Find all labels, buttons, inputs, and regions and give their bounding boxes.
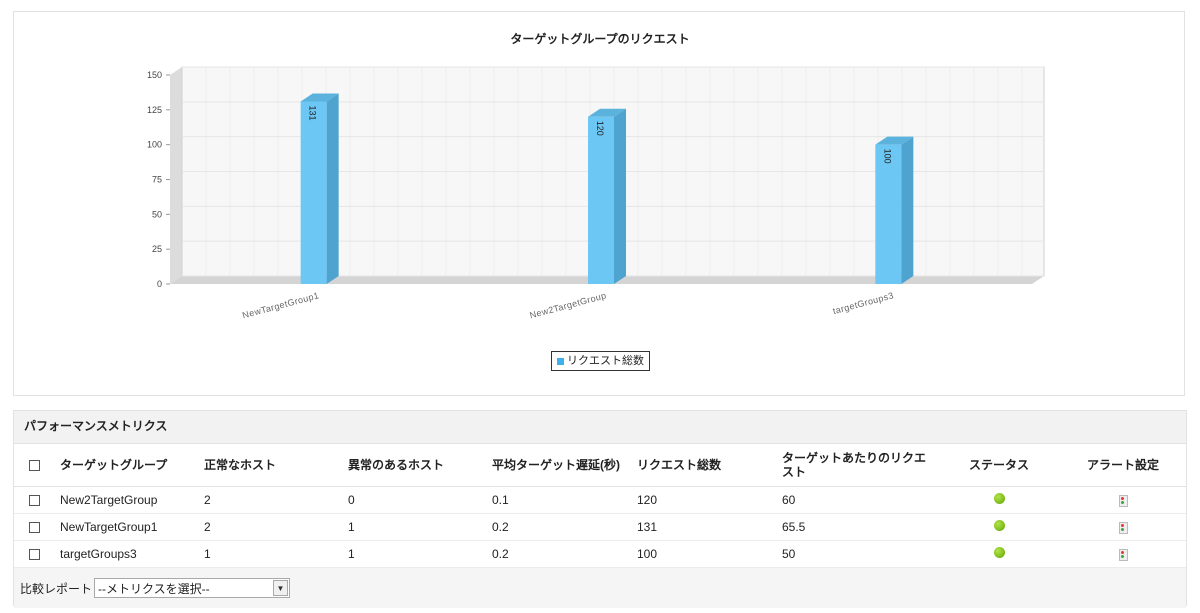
chart-legend[interactable]: リクエスト総数 (551, 351, 650, 371)
bar (588, 116, 614, 284)
legend-label: リクエスト総数 (567, 354, 644, 367)
y-tick-label: 100 (147, 140, 162, 150)
cell-unhealthy-hosts: 1 (342, 513, 486, 541)
y-tick-label: 50 (152, 209, 162, 219)
cell-target-group: targetGroups3 (54, 540, 198, 568)
cell-unhealthy-hosts: 0 (342, 486, 486, 514)
col-status[interactable]: ステータス (938, 444, 1060, 487)
bar-side (614, 108, 626, 284)
bar-value-label: 100 (882, 149, 892, 164)
col-avg-latency[interactable]: 平均ターゲット遅延(秒) (486, 444, 631, 487)
status-ok-icon (993, 520, 1005, 531)
chart-panel: ターゲットグループのリクエスト 0 25 50 75 100 125 150 131 NewTar… (13, 11, 1185, 396)
y-tick-label: 150 (147, 70, 162, 80)
cell-requests-per-target: 60 (776, 486, 938, 514)
status-ok-icon (993, 493, 1005, 504)
cell-target-group: New2TargetGroup (54, 486, 198, 514)
cell-avg-latency: 0.2 (486, 513, 631, 541)
cell-avg-latency: 0.2 (486, 540, 631, 568)
y-tick-label: 25 (152, 244, 162, 254)
bar (875, 144, 902, 284)
performance-metrics-panel: パフォーマンスメトリクス ターゲットグループ 正常なホスト 異常のあるホスト 平… (13, 410, 1187, 608)
table-row: targetGroups3 1 1 0.2 100 50 (14, 540, 1186, 568)
col-total-requests[interactable]: リクエスト総数 (631, 444, 776, 487)
compare-report-label: 比較レポート (20, 581, 93, 596)
requests-bar-chart: ターゲットグループのリクエスト 0 25 50 75 100 125 150 131 NewTar… (147, 31, 1045, 320)
legend-swatch (557, 357, 564, 365)
cell-requests-per-target: 65.5 (776, 513, 938, 541)
alert-settings-icon[interactable] (1118, 494, 1128, 507)
y-tick-label: 75 (152, 175, 162, 185)
bar-value-label: 120 (595, 121, 605, 136)
x-tick-label: New2TargetGroup (529, 290, 608, 320)
x-tick-label: NewTargetGroup1 (241, 290, 320, 320)
panel-title: パフォーマンスメトリクス (14, 411, 1186, 444)
cell-requests-per-target: 50 (776, 540, 938, 568)
x-tick-label: targetGroups3 (832, 290, 895, 316)
alert-settings-icon[interactable] (1118, 548, 1128, 561)
cell-unhealthy-hosts: 1 (342, 540, 486, 568)
cell-total-requests: 100 (631, 540, 776, 568)
metrics-table: ターゲットグループ 正常なホスト 異常のあるホスト 平均ターゲット遅延(秒) リ… (14, 444, 1186, 568)
y-tick-label: 0 (157, 279, 162, 289)
chevron-down-icon[interactable]: ▼ (273, 580, 289, 596)
cell-healthy-hosts: 1 (198, 540, 342, 568)
bar-value-label: 131 (308, 105, 318, 120)
cell-avg-latency: 0.1 (486, 486, 631, 514)
col-target-group[interactable]: ターゲットグループ (54, 444, 198, 487)
col-healthy-hosts[interactable]: 正常なホスト (198, 444, 342, 487)
status-ok-icon (993, 547, 1005, 558)
compare-report-bar: 比較レポート --メトリクスを選択-- ▼ (14, 568, 1186, 608)
bar-side (326, 93, 339, 285)
table-row: New2TargetGroup 2 0 0.1 120 60 (14, 486, 1186, 514)
metrics-select[interactable]: --メトリクスを選択-- ▼ (94, 578, 291, 598)
row-checkbox[interactable] (28, 549, 40, 561)
select-all-checkbox[interactable] (28, 460, 40, 472)
table-header-row: ターゲットグループ 正常なホスト 異常のあるホスト 平均ターゲット遅延(秒) リ… (14, 444, 1186, 487)
alert-settings-icon[interactable] (1118, 521, 1128, 534)
table-row: NewTargetGroup1 2 1 0.2 131 65.5 (14, 513, 1186, 541)
metrics-select-value: --メトリクスを選択-- (98, 581, 210, 596)
col-alert-settings[interactable]: アラート設定 (1060, 444, 1186, 487)
cell-target-group: NewTargetGroup1 (54, 513, 198, 541)
cell-healthy-hosts: 2 (198, 513, 342, 541)
row-checkbox[interactable] (28, 495, 40, 507)
cell-total-requests: 131 (631, 513, 776, 541)
chart-title: ターゲットグループのリクエスト (510, 31, 689, 46)
cell-healthy-hosts: 2 (198, 486, 342, 514)
col-unhealthy-hosts[interactable]: 異常のあるホスト (342, 444, 486, 487)
bar (300, 101, 327, 285)
bar-side (901, 136, 914, 284)
y-tick-label: 125 (147, 105, 162, 115)
chart-side-wall (170, 67, 182, 284)
cell-total-requests: 120 (631, 486, 776, 514)
col-requests-per-target[interactable]: ターゲットあたりのリクエスト (776, 444, 938, 487)
row-checkbox[interactable] (28, 522, 40, 534)
